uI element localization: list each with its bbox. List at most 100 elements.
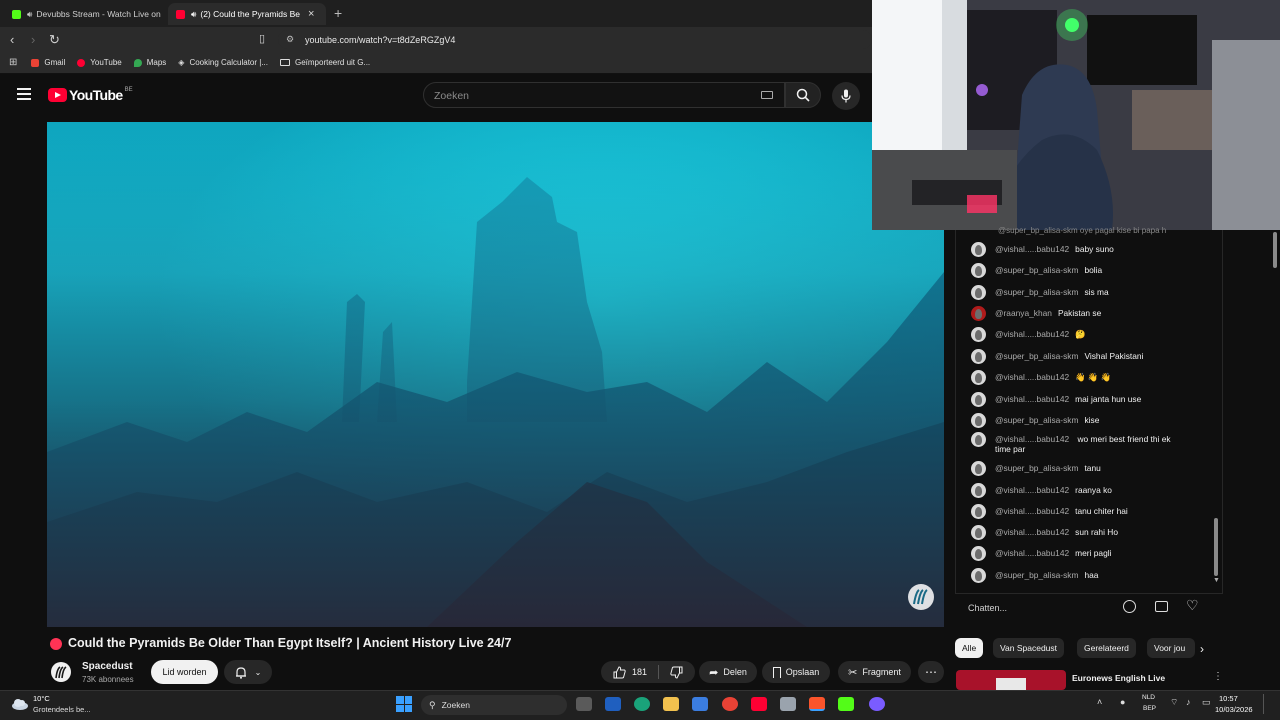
avatar[interactable]	[971, 568, 986, 583]
recommended-thumbnail[interactable]	[956, 670, 1066, 690]
calculator-app-icon[interactable]	[780, 697, 796, 711]
windows-start-icon[interactable]	[396, 696, 412, 712]
keyboard-icon[interactable]	[761, 91, 773, 99]
url-bar[interactable]: ⚙ youtube.com/watch?v=t8dZeRGZgV4	[278, 30, 872, 49]
chat-author[interactable]: @super_bp_alisa-skm	[995, 463, 1078, 473]
keyboard-layout[interactable]: BEP	[1143, 705, 1156, 712]
cloud-weather-icon[interactable]	[11, 697, 29, 710]
heart-icon[interactable]: ♡	[1186, 597, 1199, 614]
store-icon[interactable]	[605, 697, 621, 711]
hamburger-menu-icon[interactable]	[17, 88, 31, 100]
chip-related[interactable]: Gerelateerd	[1077, 638, 1136, 658]
chat-author[interactable]: @vishal.....babu142	[995, 527, 1069, 537]
super-chat-icon[interactable]	[1155, 601, 1168, 612]
avatar[interactable]	[971, 242, 986, 257]
search-input[interactable]	[434, 88, 754, 104]
tray-microphone-icon[interactable]: ●	[1120, 697, 1125, 707]
bookmark-folder-imported[interactable]: Geïmporteerd uit G...	[280, 58, 370, 67]
site-info-icon[interactable]: ⚙	[286, 34, 294, 45]
more-vert-icon[interactable]: ⋮	[1213, 671, 1223, 682]
keyboard-language[interactable]: NLD	[1142, 694, 1155, 701]
chevron-right-icon[interactable]: ›	[1200, 642, 1204, 656]
chat-outer-scrollbar[interactable]	[1273, 232, 1277, 268]
tray-chevron-up-icon[interactable]: ˄	[1097, 697, 1102, 707]
avatar[interactable]	[971, 546, 986, 561]
bookmark-maps[interactable]: Maps	[133, 58, 166, 67]
chat-author[interactable]: @super_bp_alisa-skm	[995, 351, 1078, 361]
brave-browser-icon[interactable]	[809, 697, 825, 711]
volume-icon[interactable]: ♪	[1186, 697, 1191, 707]
chat-author[interactable]: @vishal.....babu142	[995, 434, 1069, 444]
clock-date[interactable]: 10/03/2026	[1215, 705, 1253, 714]
video-player[interactable]	[47, 122, 944, 627]
channel-name[interactable]: Spacedust	[82, 661, 133, 672]
dislike-button[interactable]	[670, 666, 683, 679]
task-view-icon[interactable]	[576, 697, 592, 711]
chat-author[interactable]: @vishal.....babu142	[995, 506, 1069, 516]
avatar[interactable]	[971, 504, 986, 519]
clip-button[interactable]: ✂ Fragment	[838, 661, 911, 683]
wifi-icon[interactable]: ⌔	[1170, 697, 1178, 708]
taskbar-search[interactable]: ⚲ Zoeken	[421, 695, 567, 715]
chat-author[interactable]: @vishal.....babu142	[995, 329, 1069, 339]
chat-author[interactable]: @vishal.....babu142	[995, 394, 1069, 404]
chat-author[interactable]: @super_bp_alisa-skm	[995, 265, 1078, 275]
chat-author[interactable]: @vishal.....babu142	[995, 372, 1069, 382]
search-button[interactable]	[785, 82, 821, 108]
tab-youtube[interactable]: 🔊︎ (2) Could the Pyramids Be ×	[168, 3, 326, 25]
share-button[interactable]: ➦ Delen	[699, 661, 757, 683]
new-tab-button[interactable]: +	[334, 5, 342, 21]
more-actions-button[interactable]: ⋯	[918, 661, 944, 683]
bookmark-gmail[interactable]: Gmail	[31, 58, 65, 67]
chat-author[interactable]: @vishal.....babu142	[995, 485, 1069, 495]
bookmark-youtube[interactable]: YouTube	[77, 58, 122, 67]
avatar[interactable]	[971, 349, 986, 364]
avatar[interactable]	[971, 413, 986, 428]
avatar[interactable]	[971, 263, 986, 278]
avatar[interactable]	[971, 285, 986, 300]
chat-author[interactable]: @raanya_khan	[995, 308, 1052, 318]
save-button[interactable]: Opslaan	[762, 661, 830, 683]
youtube-app-icon[interactable]	[751, 697, 767, 711]
chat-scrollbar[interactable]	[1214, 518, 1218, 576]
reload-icon[interactable]: ↻	[49, 32, 60, 48]
join-button[interactable]: Lid worden	[151, 660, 218, 684]
recommended-title[interactable]: Euronews English Live	[1072, 673, 1165, 683]
channel-avatar[interactable]	[51, 662, 71, 682]
chrome-icon[interactable]	[722, 697, 738, 711]
bookmark-icon[interactable]: ▯	[259, 32, 265, 45]
avatar[interactable]	[971, 370, 986, 385]
avatar[interactable]	[971, 306, 986, 321]
tab-close-icon[interactable]: ×	[308, 8, 314, 20]
file-explorer-icon[interactable]	[663, 697, 679, 711]
avatar[interactable]	[971, 392, 986, 407]
chat-input[interactable]	[968, 598, 1118, 618]
voice-search-button[interactable]	[832, 82, 860, 110]
kick-app-icon[interactable]	[838, 697, 854, 711]
youtube-logo[interactable]: YouTube BE	[48, 87, 133, 103]
chat-author[interactable]: @super_bp_alisa-skm	[995, 287, 1078, 297]
discord-icon[interactable]	[869, 697, 885, 711]
avatar[interactable]	[971, 327, 986, 342]
battery-icon[interactable]: ▭	[1202, 697, 1211, 708]
channel-watermark-icon[interactable]	[906, 582, 936, 612]
chat-author[interactable]: @vishal.....babu142	[995, 244, 1069, 254]
back-icon[interactable]: ‹	[10, 32, 14, 47]
forward-icon[interactable]: ›	[31, 32, 35, 47]
avatar[interactable]	[971, 461, 986, 476]
avatar[interactable]	[971, 432, 986, 447]
emoji-icon[interactable]	[1123, 600, 1136, 613]
edge-icon[interactable]	[634, 697, 650, 711]
bookmark-cooking-calculator[interactable]: ◈ Cooking Calculator |...	[178, 58, 268, 67]
chip-for-you[interactable]: Voor jou	[1147, 638, 1195, 658]
avatar[interactable]	[971, 525, 986, 540]
apps-grid-icon[interactable]: ⊞	[9, 57, 17, 68]
clock-time[interactable]: 10:57	[1219, 694, 1238, 703]
scroll-down-icon[interactable]: ▼	[1213, 577, 1220, 584]
chat-author[interactable]: @super_bp_alisa-skm	[995, 415, 1078, 425]
tab-devubbs[interactable]: 🔊︎ Devubbs Stream - Watch Live on	[4, 3, 166, 25]
chat-author[interactable]: @super_bp_alisa-skm	[995, 570, 1078, 580]
avatar[interactable]	[971, 483, 986, 498]
show-desktop-button[interactable]	[1263, 694, 1264, 714]
chip-all[interactable]: Alle	[955, 638, 984, 658]
